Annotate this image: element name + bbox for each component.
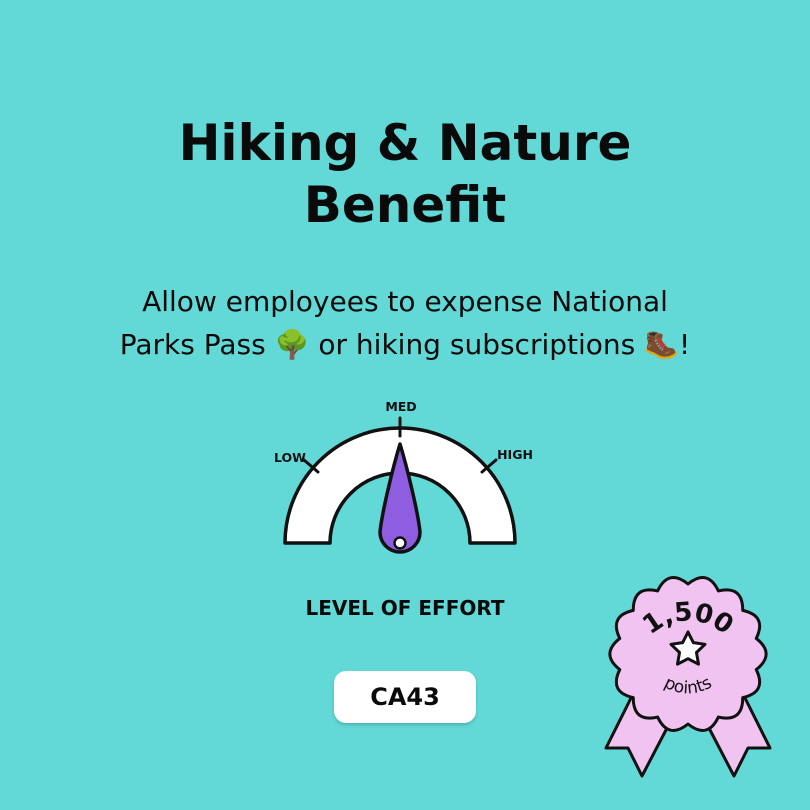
code-badge: CA43 <box>334 671 476 723</box>
description-line-1: Allow employees to expense National <box>142 285 668 318</box>
label-med: MED <box>385 399 416 414</box>
title-line-1: Hiking & Nature <box>178 114 632 172</box>
description: Allow employees to expense National Park… <box>0 280 810 366</box>
description-line-2: Parks Pass 🌳 or hiking subscriptions 🥾! <box>119 328 691 361</box>
effort-gauge: LOW MED HIGH <box>274 399 533 554</box>
title-line-2: Benefit <box>303 176 507 234</box>
needle-pivot <box>393 536 407 550</box>
label-low: LOW <box>274 450 306 465</box>
points-badge: 1,500 points <box>604 576 772 778</box>
label-high: HIGH <box>497 447 533 462</box>
page-title: Hiking & Nature Benefit <box>0 112 810 236</box>
